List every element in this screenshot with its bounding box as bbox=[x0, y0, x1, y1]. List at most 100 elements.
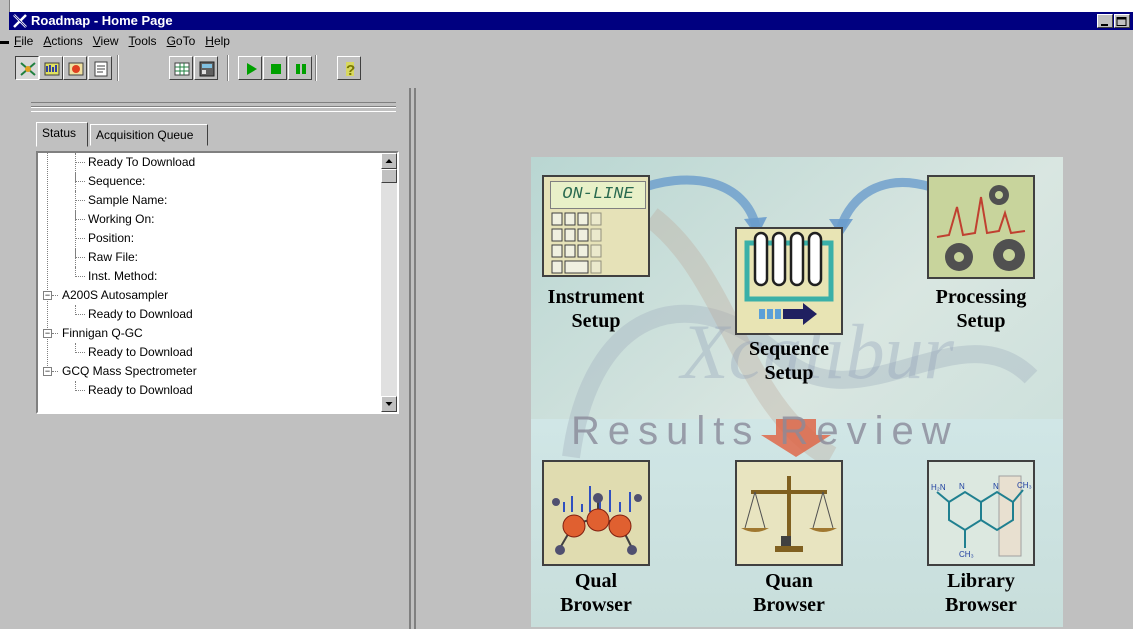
tree-node-label: Sequence: bbox=[88, 174, 146, 188]
maximize-button[interactable] bbox=[1114, 14, 1130, 28]
library-browser-line2: Browser bbox=[945, 594, 1017, 616]
sequence-icon bbox=[174, 62, 190, 76]
tree-scrollbar[interactable] bbox=[381, 153, 397, 412]
svg-text:N: N bbox=[959, 482, 965, 491]
menu-label-rest: oTo bbox=[175, 34, 196, 48]
toolbar-separator bbox=[227, 55, 229, 81]
processing-setup-icon[interactable] bbox=[927, 175, 1035, 279]
menu-goto[interactable]: GoTo bbox=[167, 34, 196, 48]
menu-view[interactable]: View bbox=[93, 34, 119, 48]
library-browser-icon[interactable]: H₂N N N CH₃ CH₃ bbox=[927, 460, 1035, 566]
arrow-down-icon bbox=[385, 402, 393, 406]
menu-accelerator: G bbox=[166, 34, 176, 48]
xcalibur-app-icon bbox=[13, 14, 27, 28]
status-view-icon bbox=[68, 62, 84, 76]
pause-button[interactable] bbox=[288, 56, 312, 80]
info-view-button[interactable] bbox=[88, 56, 112, 80]
tree-connector bbox=[75, 181, 85, 182]
collapse-toggle-icon[interactable]: − bbox=[43, 329, 52, 338]
quan-browser-icon[interactable] bbox=[735, 460, 843, 566]
tree-connector bbox=[75, 200, 85, 201]
instrument-setup-line2: Setup bbox=[571, 310, 621, 332]
library-browser-label[interactable]: Library Browser bbox=[911, 569, 1051, 617]
collapse-toggle-icon[interactable]: − bbox=[43, 367, 52, 376]
stop-button[interactable] bbox=[263, 56, 287, 80]
tree-connector bbox=[75, 314, 85, 315]
processing-setup-line2: Setup bbox=[956, 310, 1006, 332]
menu-bar: File Actions View Tools GoTo Help bbox=[9, 31, 1133, 51]
pane-grip[interactable] bbox=[31, 102, 396, 112]
instrument-setup-icon bbox=[199, 61, 215, 77]
quan-browser-label[interactable]: Quan Browser bbox=[727, 569, 851, 617]
menu-label-rest: ile bbox=[21, 34, 34, 48]
scroll-up-button[interactable] bbox=[381, 153, 397, 169]
menu-help[interactable]: Help bbox=[205, 34, 230, 48]
roadmap-window: Roadmap - Home Page File Actions View Tools… bbox=[9, 12, 1133, 629]
tree-connector bbox=[75, 153, 76, 277]
processing-setup-line1: Processing bbox=[935, 286, 1027, 308]
tree-node-label: Ready To Download bbox=[88, 155, 196, 169]
molecule-spectrum-icon bbox=[552, 486, 642, 555]
svg-text:CH₃: CH₃ bbox=[959, 550, 974, 559]
tree-node-label: Ready to Download bbox=[88, 307, 193, 321]
instrument-setup-icon[interactable]: ON-LINE bbox=[542, 175, 650, 277]
toolbar-separator bbox=[117, 55, 119, 81]
balance-scale-icon bbox=[741, 476, 837, 552]
qual-browser-label[interactable]: Qual Browser bbox=[531, 569, 661, 617]
instrument-view-button[interactable] bbox=[39, 56, 63, 80]
arrow-up-icon bbox=[385, 159, 393, 163]
sequence-button[interactable] bbox=[169, 56, 193, 80]
sequence-setup-line1: Sequence bbox=[749, 338, 829, 360]
menu-actions[interactable]: Actions bbox=[43, 34, 82, 48]
title-bar[interactable]: Roadmap - Home Page bbox=[9, 12, 1133, 30]
menu-file[interactable]: File bbox=[14, 34, 33, 48]
sequence-setup-icon[interactable] bbox=[735, 227, 843, 335]
online-badge: ON-LINE bbox=[550, 181, 646, 209]
scroll-thumb[interactable] bbox=[381, 169, 397, 183]
qual-browser-icon[interactable] bbox=[542, 460, 650, 566]
tree-node-label: Position: bbox=[88, 231, 135, 245]
tree-node-label: GCQ Mass Spectrometer bbox=[62, 364, 197, 378]
results-review-banner: Results Review bbox=[571, 409, 959, 453]
tab-acquisition-queue[interactable]: Acquisition Queue bbox=[90, 124, 208, 146]
tree-node-label: A200S Autosampler bbox=[62, 288, 169, 302]
roadmap-view-button[interactable] bbox=[15, 56, 39, 80]
instrument-setup-button[interactable] bbox=[194, 56, 218, 80]
tree-connector bbox=[75, 162, 85, 163]
menu-accelerator: V bbox=[92, 34, 101, 48]
roadmap-view-icon bbox=[20, 62, 36, 76]
tree-node-label: Ready to Download bbox=[88, 345, 193, 359]
tree-connector bbox=[47, 153, 48, 372]
minimize-button[interactable] bbox=[1097, 14, 1113, 28]
svg-text:N: N bbox=[993, 482, 999, 491]
tree-connector bbox=[75, 352, 85, 353]
status-view-button[interactable] bbox=[63, 56, 87, 80]
sequence-setup-line2: Setup bbox=[764, 362, 814, 384]
molecular-structure-icon: H₂N N N CH₃ CH₃ bbox=[931, 475, 1032, 559]
gears-chromatogram-icon bbox=[929, 177, 1033, 277]
desktop-fragment-icon: ▬ bbox=[0, 36, 10, 47]
library-browser-line1: Library bbox=[947, 570, 1015, 592]
sequence-setup-label[interactable]: Sequence Setup bbox=[727, 337, 851, 385]
tree-node-label: Ready to Download bbox=[88, 383, 193, 397]
menu-tools[interactable]: Tools bbox=[129, 34, 157, 48]
start-icon bbox=[247, 63, 257, 75]
scroll-down-button[interactable] bbox=[381, 396, 397, 412]
stop-icon bbox=[271, 64, 281, 74]
collapse-toggle-icon[interactable]: − bbox=[43, 291, 52, 300]
status-pane: Status Acquisition Queue Ready To Downloa… bbox=[9, 88, 411, 629]
start-button[interactable] bbox=[238, 56, 262, 80]
tree-connector bbox=[52, 371, 58, 372]
instrument-view-icon bbox=[44, 62, 60, 76]
instrument-setup-label[interactable]: Instrument Setup bbox=[531, 285, 661, 333]
tree-node-label: Working On: bbox=[88, 212, 155, 226]
minimize-icon bbox=[1101, 24, 1108, 26]
processing-setup-label[interactable]: Processing Setup bbox=[911, 285, 1051, 333]
keypad-icon bbox=[551, 212, 602, 274]
menu-accelerator: H bbox=[205, 34, 214, 48]
maximize-icon bbox=[1116, 17, 1127, 26]
status-tree[interactable]: Ready To Download Sequence: Sample Name: Wo… bbox=[36, 151, 399, 414]
help-button[interactable]: ? bbox=[337, 56, 361, 80]
tab-status[interactable]: Status bbox=[36, 122, 88, 147]
info-view-icon bbox=[94, 61, 108, 77]
